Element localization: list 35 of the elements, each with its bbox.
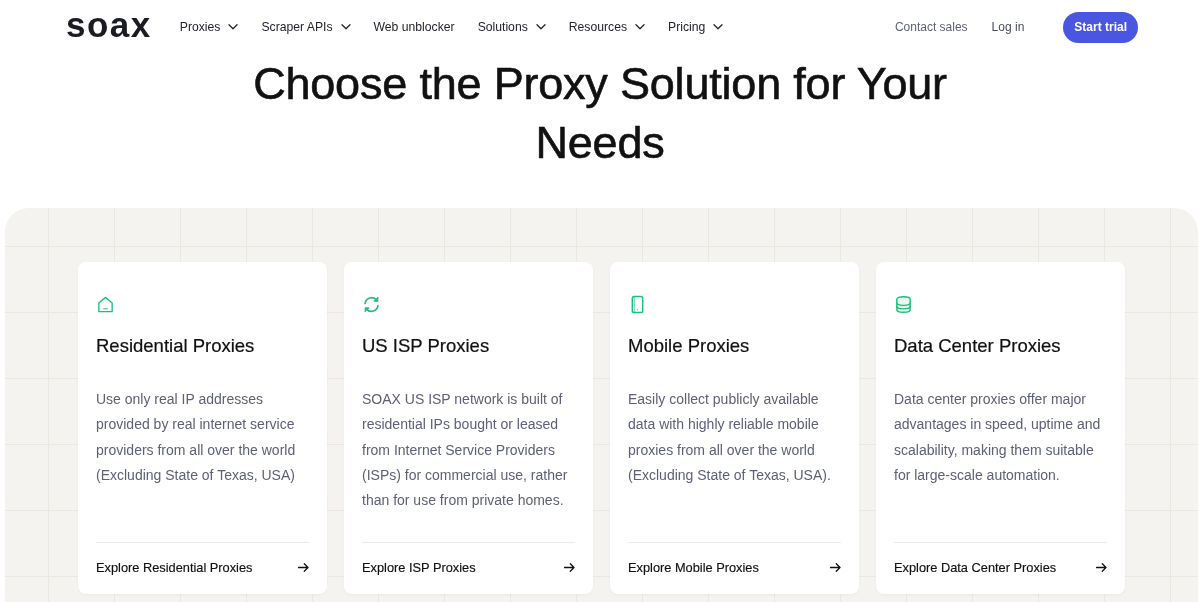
nav-menu-button[interactable]: Scraper APIs: [261, 17, 351, 37]
arrow-right-icon: [564, 563, 575, 572]
card-description: Easily collect publicly available data with highly reliable mobile proxies from all over the world (Excluding State of Texas, USA).: [628, 390, 832, 485]
logo[interactable]: soax: [66, 7, 152, 42]
login-link[interactable]: Log in: [991, 18, 1025, 36]
arrow-right-icon: [830, 563, 841, 572]
chevron-down-icon: [535, 24, 546, 30]
start-trial-button[interactable]: Start trial: [1063, 11, 1138, 43]
arrow-right-icon: [1096, 563, 1107, 572]
arrow-right-icon: [298, 563, 309, 572]
card-title: Data Center Proxies: [894, 334, 1062, 358]
card-title: US ISP Proxies: [362, 334, 491, 358]
explore-link[interactable]: Explore Residential Proxies: [96, 557, 253, 578]
refresh-icon: [362, 295, 381, 314]
card-description: SOAX US ISP network is built of residential IPs bought or leased from Internet Service Providers (ISPs) for commercial use, rather than for use from private homes.: [362, 390, 569, 511]
card-title: Residential Proxies: [96, 334, 256, 358]
nav-menu-button[interactable]: Proxies: [179, 17, 239, 37]
page-heading: Choose the Proxy Solution for Your Needs: [252, 57, 948, 170]
nav-menu-button[interactable]: Pricing: [668, 17, 724, 37]
card-description: Data center proxies offer major advantages in speed, uptime and scalability, making them suitable for large-scale automation.: [894, 390, 1102, 485]
database-icon: [894, 295, 913, 314]
explore-link[interactable]: Explore Mobile Proxies: [628, 557, 759, 578]
chevron-down-icon: [228, 24, 239, 30]
nav-menu-button[interactable]: Solutions: [477, 17, 546, 37]
chevron-down-icon: [713, 24, 724, 30]
card-description: Use only real IP addresses provided by real internet service providers from all over the world (Excluding State of Texas, USA): [96, 390, 297, 485]
contact-sales-link[interactable]: Contact sales: [894, 18, 968, 36]
house-icon: [96, 295, 115, 314]
explore-link[interactable]: Explore Data Center Proxies: [894, 557, 1057, 578]
explore-link[interactable]: Explore ISP Proxies: [362, 557, 476, 578]
card-title: Mobile Proxies: [628, 334, 751, 358]
chevron-down-icon: [340, 24, 351, 30]
chevron-down-icon: [635, 24, 646, 30]
nav-menu-button[interactable]: Resources: [568, 17, 646, 37]
nav-link[interactable]: Web unblocker: [373, 17, 455, 37]
